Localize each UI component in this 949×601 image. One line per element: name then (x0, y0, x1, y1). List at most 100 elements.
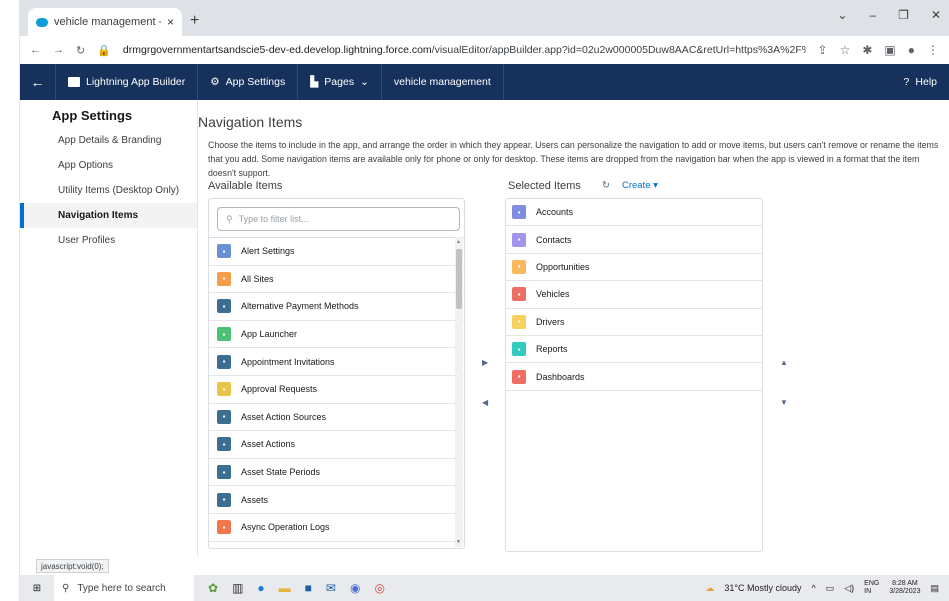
chrome-icon[interactable]: ◎ (374, 581, 384, 595)
network-icon[interactable]: ▭ (826, 583, 835, 594)
windows-start-icon[interactable]: ⊞ (20, 583, 54, 594)
object-icon: ▪ (217, 327, 231, 342)
available-item-label: Async Operation Logs (241, 522, 330, 533)
scrollbar-thumb[interactable] (456, 249, 462, 309)
selected-item-row[interactable]: ▪ Reports (506, 336, 762, 364)
extensions-icon[interactable]: ✱ (862, 43, 872, 57)
forward-icon[interactable]: → (53, 44, 64, 56)
available-item-row[interactable]: ▪ Asset Action Sources (209, 404, 466, 432)
app-builder-title: Lightning App Builder (56, 64, 199, 100)
create-button[interactable]: Create ▾ (622, 180, 658, 191)
back-icon[interactable]: ← (30, 44, 41, 56)
restore-icon[interactable]: ❐ (898, 8, 909, 22)
tray-chevron-icon[interactable]: ^ (811, 583, 815, 593)
nav-item-navigation-items[interactable]: Navigation Items (20, 203, 197, 228)
move-down-button[interactable]: ▼ (780, 398, 788, 407)
help-button[interactable]: ? Help (892, 64, 949, 100)
file-explorer-icon[interactable]: ▬ (279, 581, 291, 595)
browser-chrome: vehicle management - Lightning × + ⌄ – ❐… (20, 0, 949, 64)
close-tab-icon[interactable]: × (167, 15, 174, 29)
available-item-row[interactable]: ▪ Approval Requests (209, 376, 466, 404)
language-indicator[interactable]: ENG IN (864, 580, 879, 596)
sidepanel-icon[interactable]: ▣ (884, 43, 895, 57)
search-icon: ⚲ (62, 582, 70, 594)
help-label: Help (915, 76, 937, 88)
settings-nav: App Settings App Details & Branding App … (20, 100, 198, 556)
available-item-row[interactable]: ▪ All Sites (209, 266, 466, 294)
available-item-label: Asset State Periods (241, 467, 321, 478)
task-view-icon[interactable]: ▥ (232, 581, 243, 595)
app-settings-button[interactable]: ⚙ App Settings (198, 64, 299, 100)
minimize-icon[interactable]: – (869, 8, 876, 22)
selected-item-row[interactable]: ▪ Drivers (506, 309, 762, 336)
object-icon: ▪ (217, 299, 231, 314)
scroll-down-icon[interactable]: ▼ (456, 539, 461, 545)
selected-item-row[interactable]: ▪ Dashboards (506, 363, 762, 391)
search-icon: ⚲ (226, 213, 233, 224)
pages-menu[interactable]: ▙ Pages ⌄ (298, 64, 382, 100)
available-item-row[interactable]: ▪ Alert Settings (209, 238, 466, 266)
reload-icon[interactable]: ↻ (76, 44, 85, 57)
available-item-label: Approval Requests (241, 384, 318, 395)
nav-title: App Settings (52, 108, 133, 123)
share-icon[interactable]: ⇪ (818, 43, 828, 57)
main-content: Navigation Items Choose the items to inc… (198, 100, 949, 556)
chevron-down-icon[interactable]: ⌄ (837, 8, 847, 22)
nav-item-utility-items[interactable]: Utility Items (Desktop Only) (20, 178, 197, 203)
object-icon: ▪ (217, 437, 231, 452)
window-controls: ⌄ – ❐ ✕ (837, 8, 941, 22)
browser-actions: ⇪ ☆ ✱ ▣ ● ⋮ (818, 43, 939, 57)
app-name-label: vehicle management (393, 76, 491, 88)
back-button[interactable]: ← (20, 64, 56, 100)
tab-title: vehicle management - Lightning (54, 16, 161, 28)
object-icon: ▪ (512, 205, 526, 220)
available-item-row[interactable]: ▪ Asset Actions (209, 431, 466, 459)
move-up-button[interactable]: ▲ (780, 358, 788, 367)
profile-icon[interactable]: ● (908, 43, 915, 57)
menu-icon[interactable]: ⋮ (927, 43, 939, 57)
nav-item-app-options[interactable]: App Options (20, 153, 197, 178)
weather-text[interactable]: 31°C Mostly cloudy (724, 583, 801, 593)
filter-input[interactable]: ⚲ Type to filter list... (217, 207, 460, 231)
selected-item-row[interactable]: ▪ Contacts (506, 226, 762, 254)
close-window-icon[interactable]: ✕ (931, 8, 941, 22)
page-description: Choose the items to include in the app, … (208, 140, 939, 178)
url-field[interactable]: drmgrgovernmentartsandscie5-dev-ed.devel… (123, 44, 806, 56)
app-builder-icon (68, 77, 80, 87)
move-right-button[interactable]: ▶ (482, 358, 488, 367)
available-item-row[interactable]: ▪ App Launcher (209, 321, 466, 349)
volume-icon[interactable]: ◁) (844, 583, 854, 594)
available-item-row[interactable]: ▪ Asset State Periods (209, 459, 466, 487)
gear-icon: ⚙ (210, 76, 220, 88)
available-scrollbar[interactable]: ▲ ▼ (455, 237, 463, 547)
available-item-row[interactable]: ▪ Appointment Invitations (209, 348, 466, 376)
status-link-preview: javascript:void(0); (36, 559, 109, 573)
edge-icon[interactable]: ● (257, 581, 264, 595)
nav-item-user-profiles[interactable]: User Profiles (20, 228, 197, 253)
available-item-row[interactable]: ▪ Assets (209, 486, 466, 514)
star-icon[interactable]: ☆ (840, 43, 851, 57)
selected-item-row[interactable]: ▪ Vehicles (506, 281, 762, 309)
notifications-icon[interactable]: ▤ (930, 583, 939, 594)
clock[interactable]: 8:28 AM 3/28/2023 (889, 580, 920, 596)
mail-icon[interactable]: ✉ (326, 581, 336, 595)
available-item-row[interactable]: ▪ Async Operation Logs (209, 514, 466, 542)
selected-items-title: Selected Items (508, 180, 581, 192)
store-icon[interactable]: ■ (305, 581, 312, 595)
browser-tab[interactable]: vehicle management - Lightning × (28, 8, 182, 36)
move-left-button[interactable]: ◀ (482, 398, 488, 407)
taskbar-search[interactable]: ⚲ Type here to search (54, 575, 194, 601)
selected-item-row[interactable]: ▪ Opportunities (506, 254, 762, 282)
selected-item-label: Drivers (536, 316, 565, 327)
widgets-icon[interactable]: ✿ (208, 581, 218, 595)
scroll-up-icon[interactable]: ▲ (456, 239, 461, 245)
available-item-label: Appointment Invitations (241, 356, 335, 367)
new-tab-button[interactable]: + (190, 12, 199, 30)
object-icon: ▪ (217, 492, 231, 507)
object-icon: ▪ (512, 369, 526, 384)
refresh-icon[interactable]: ↻ (602, 180, 610, 191)
nav-item-app-details[interactable]: App Details & Branding (20, 128, 197, 153)
app-icon[interactable]: ◉ (350, 581, 360, 595)
selected-item-row[interactable]: ▪ Accounts (506, 199, 762, 227)
available-item-row[interactable]: ▪ Alternative Payment Methods (209, 293, 466, 321)
